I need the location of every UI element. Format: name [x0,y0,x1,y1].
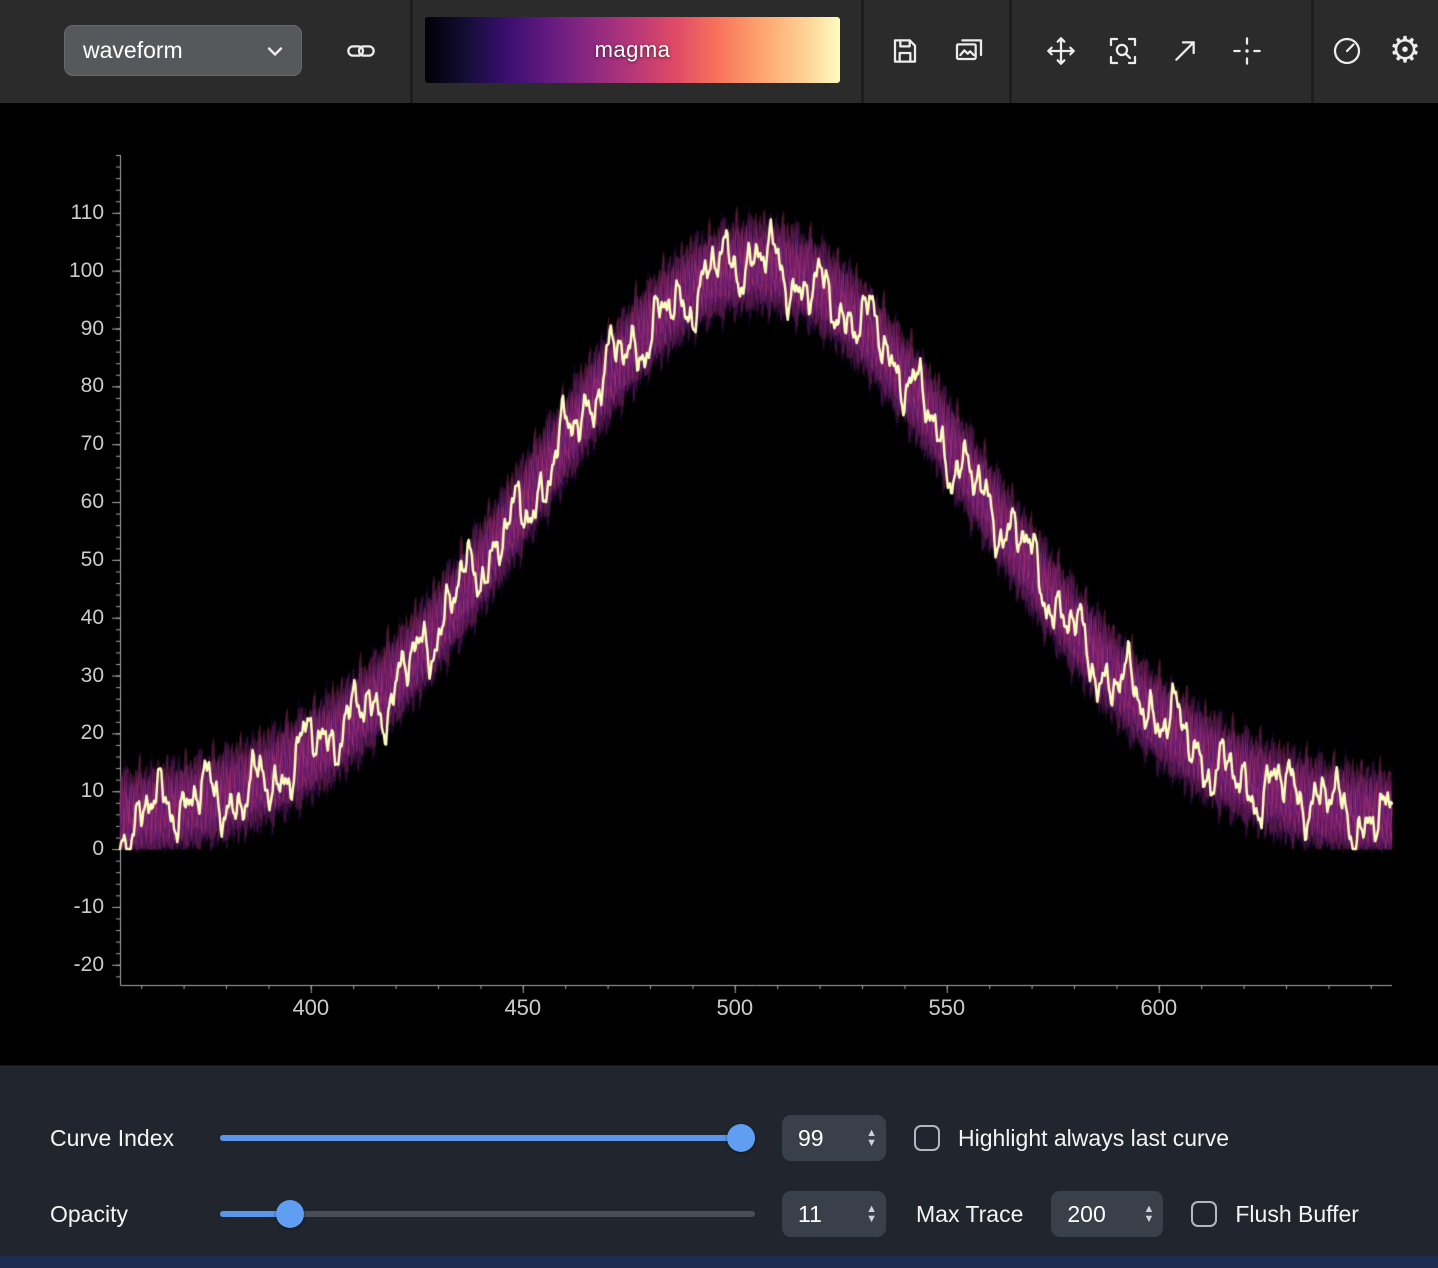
toolbar-separator [861,0,864,103]
slider-handle[interactable] [727,1124,755,1152]
y-tick-label: 80 [0,374,104,398]
opacity-row: Opacity 11 ▲ ▼ Max Trace 200 ▲ ▼ Flush B… [0,1191,1438,1237]
toolbar-separator [410,0,413,103]
spin-down-icon[interactable]: ▼ [866,1138,877,1148]
curve-index-spinbox[interactable]: 99 ▲ ▼ [782,1115,886,1161]
y-tick-label: 30 [0,664,104,688]
crosshair-icon [1231,35,1263,67]
expand-button[interactable] [1160,26,1210,76]
y-tick-label: 90 [0,317,104,341]
slider-handle[interactable] [276,1200,304,1228]
flush-buffer-label: Flush Buffer [1235,1201,1359,1228]
x-tick-label: 400 [292,995,329,1021]
curve-index-slider[interactable] [220,1123,755,1153]
slider-fill [220,1135,755,1141]
settings-button[interactable]: ⚙ [1380,26,1430,76]
chevron-down-icon [263,39,287,63]
spinner-arrows: ▲ ▼ [866,1204,877,1224]
y-tick-label: 0 [0,837,104,861]
window-bottom-accent [0,1256,1438,1268]
max-trace-label: Max Trace [916,1201,1023,1228]
save-button[interactable] [880,26,930,76]
spin-down-icon[interactable]: ▼ [866,1214,877,1224]
opacity-spinbox[interactable]: 11 ▲ ▼ [782,1191,886,1237]
export-image-icon [953,35,985,67]
y-tick-label: 50 [0,548,104,572]
colormap-label: magma [595,37,671,63]
export-image-button[interactable] [944,26,994,76]
opacity-label: Opacity [50,1201,220,1228]
y-tick-label: 70 [0,432,104,456]
plot-area: -20 -10 0 10 20 30 40 50 60 70 80 90 100 110 400 450 50… [0,103,1438,1065]
spinner-arrows: ▲ ▼ [866,1128,877,1148]
link-button[interactable] [336,26,386,76]
gauge-icon [1331,35,1363,67]
highlight-last-label: Highlight always last curve [958,1125,1229,1152]
y-tick-label: 20 [0,721,104,745]
gear-icon: ⚙ [1389,33,1421,69]
spinner-arrows: ▲ ▼ [1143,1204,1154,1224]
pan-icon [1045,35,1077,67]
spin-down-icon[interactable]: ▼ [1143,1214,1154,1224]
controls-panel: Curve Index 99 ▲ ▼ Highlight always last… [0,1065,1438,1256]
x-tick-label: 450 [504,995,541,1021]
x-tick-label: 600 [1140,995,1177,1021]
waveform-canvas[interactable] [0,103,1438,1065]
y-tick-label: -10 [0,895,104,919]
max-trace-spinbox[interactable]: 200 ▲ ▼ [1051,1191,1163,1237]
pan-button[interactable] [1036,26,1086,76]
toolbar-separator [1311,0,1314,103]
slider-fill [220,1211,279,1217]
link-icon [345,35,377,67]
plot-type-dropdown[interactable]: waveform [64,25,302,76]
gauge-button[interactable] [1322,26,1372,76]
plot-type-value: waveform [83,37,183,64]
toolbar-separator [1009,0,1012,103]
curve-index-row: Curve Index 99 ▲ ▼ Highlight always last… [0,1115,1438,1161]
slider-track[interactable] [220,1135,755,1141]
y-tick-label: 110 [0,201,104,225]
expand-icon [1169,35,1201,67]
y-tick-label: 40 [0,606,104,630]
colormap-button[interactable]: magma [425,17,840,83]
flush-buffer-checkbox[interactable] [1191,1201,1217,1227]
zoom-region-button[interactable] [1098,26,1148,76]
opacity-value[interactable]: 11 [798,1201,822,1228]
max-trace-value[interactable]: 200 [1067,1201,1105,1228]
opacity-slider[interactable] [220,1199,755,1229]
x-tick-label: 550 [928,995,965,1021]
zoom-region-icon [1107,35,1139,67]
y-tick-label: -20 [0,953,104,977]
x-tick-label: 500 [716,995,753,1021]
y-tick-label: 100 [0,259,104,283]
y-tick-label: 10 [0,779,104,803]
toolbar: waveform magma [0,0,1438,103]
curve-index-value[interactable]: 99 [798,1125,824,1152]
save-icon [889,35,921,67]
crosshair-button[interactable] [1222,26,1272,76]
y-tick-label: 60 [0,490,104,514]
curve-index-label: Curve Index [50,1125,220,1152]
highlight-last-checkbox[interactable] [914,1125,940,1151]
